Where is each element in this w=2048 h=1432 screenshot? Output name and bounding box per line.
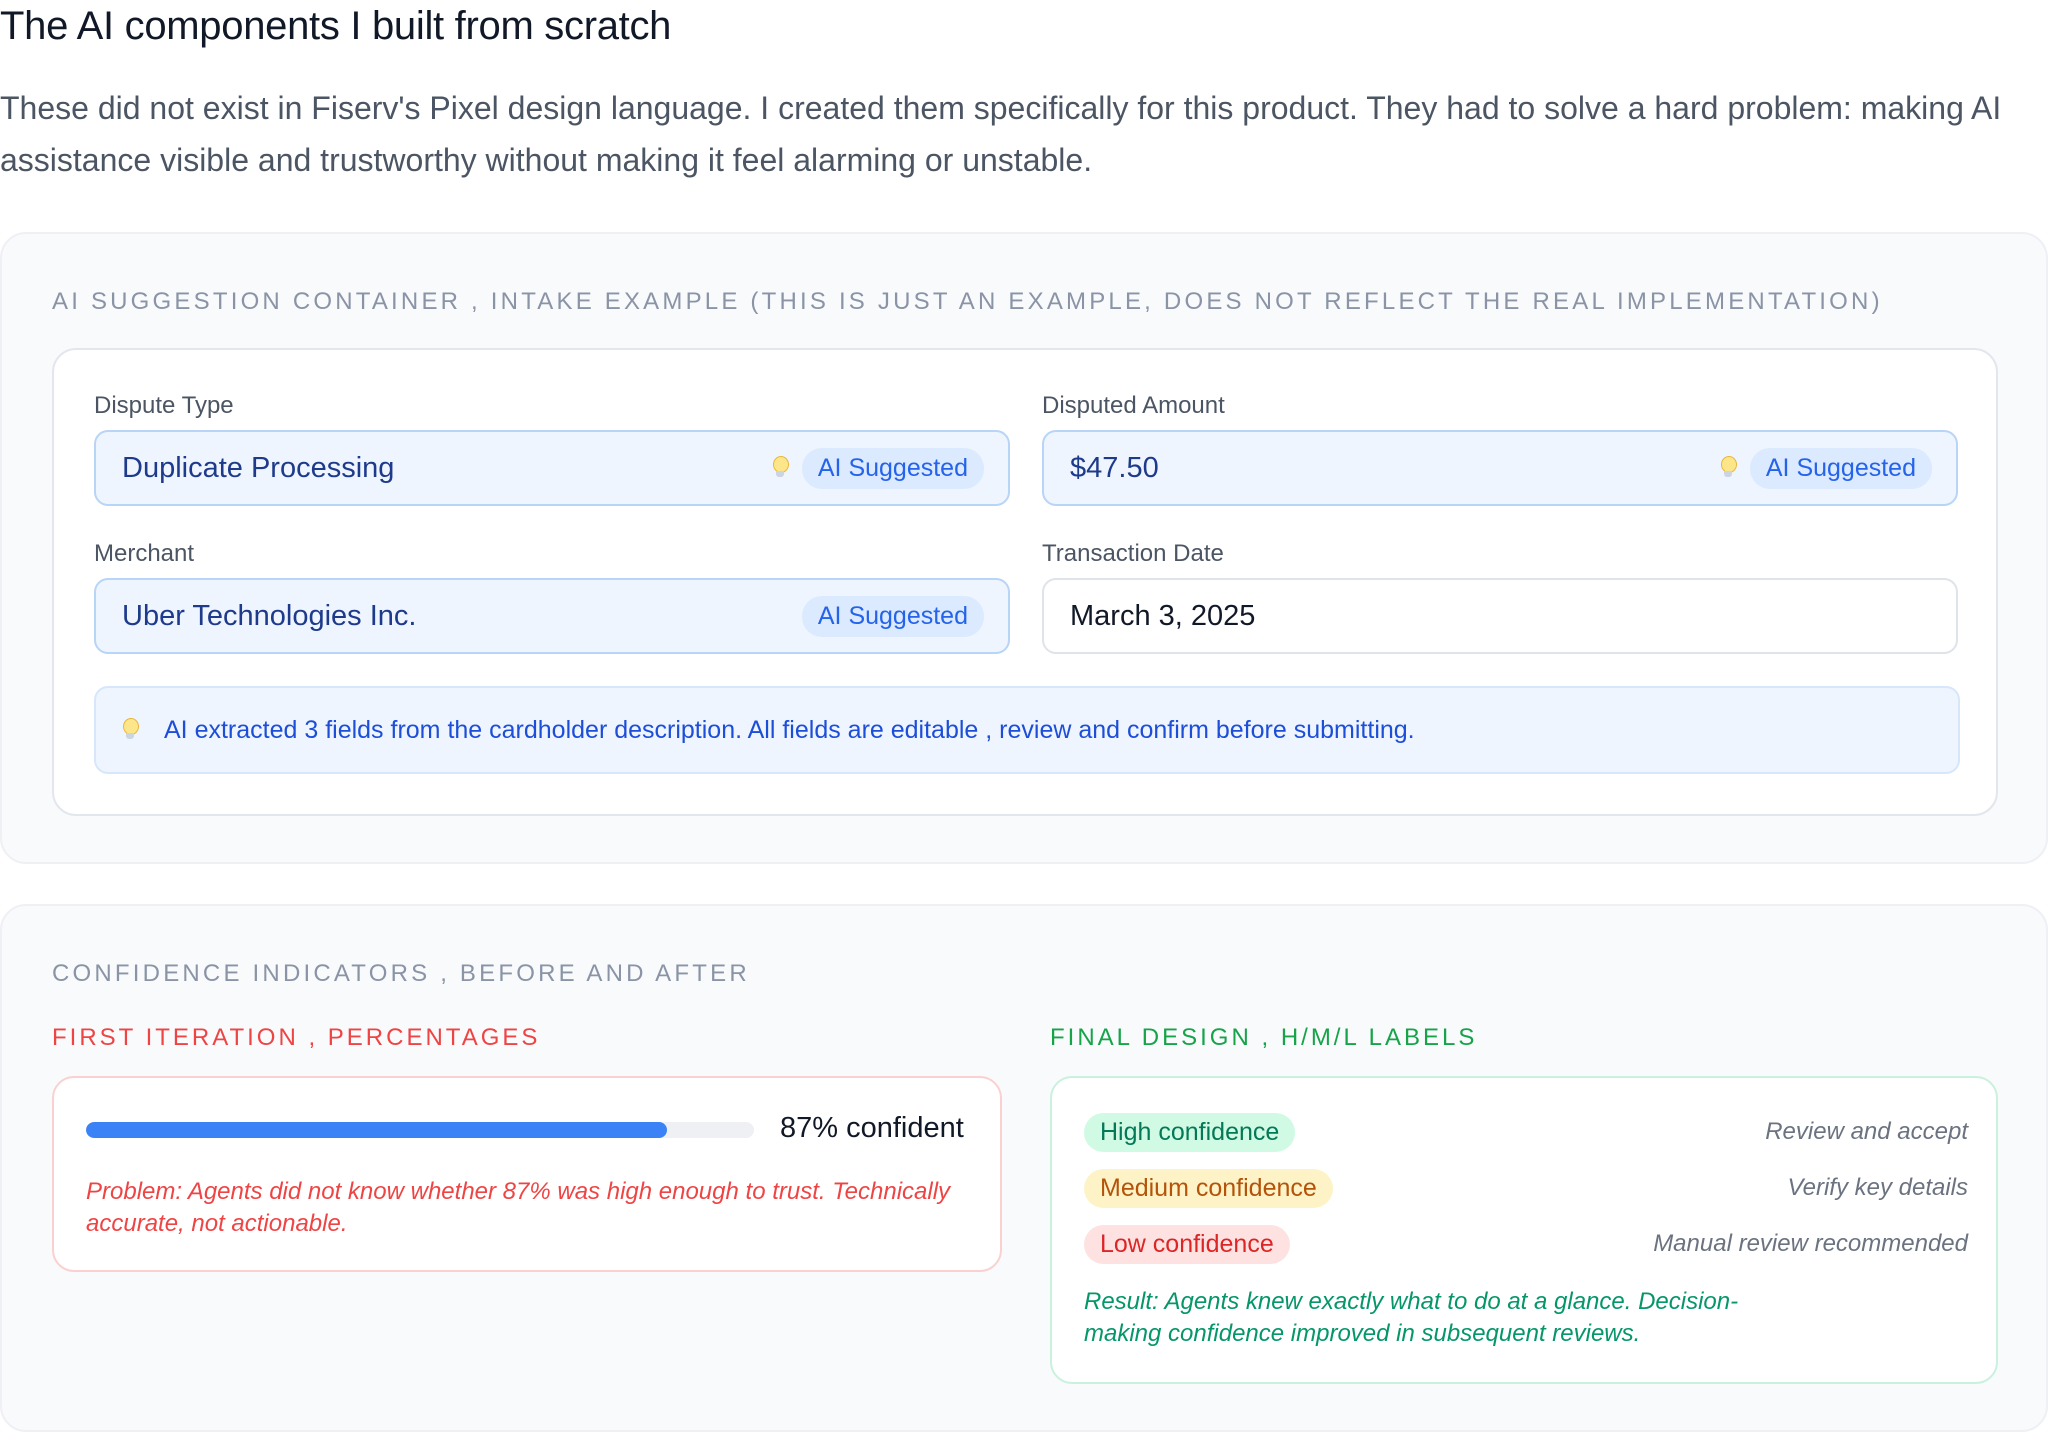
transaction-date-field[interactable]: March 3, 2025: [1042, 578, 1958, 654]
field-label-merchant: Merchant: [94, 540, 195, 567]
confidence-progress-bar: [86, 1122, 754, 1138]
transaction-date-value: March 3, 2025: [1070, 599, 1256, 632]
page-intro: These did not exist in Fiserv's Pixel de…: [0, 90, 2002, 178]
page-title: The AI components I built from scratch: [0, 4, 672, 48]
ai-suggestion-panel: AI SUGGESTION CONTAINER , INTAKE EXAMPLE…: [0, 232, 2048, 864]
intake-form-card: Dispute Type Duplicate Processing AI Sug…: [52, 348, 1998, 816]
field-label-disputed-amount: Disputed Amount: [1042, 392, 1225, 419]
confidence-row-high: High confidence Review and accept: [1084, 1112, 1968, 1152]
final-design-label: FINAL DESIGN , H/M/L LABELS: [1050, 1024, 1478, 1051]
field-label-dispute-type: Dispute Type: [94, 392, 234, 419]
page: The AI components I built from scratch T…: [0, 0, 2048, 1432]
dispute-type-field[interactable]: Duplicate Processing AI Suggested: [94, 430, 1010, 506]
percentage-card: 87% confident Problem: Agents did not kn…: [52, 1076, 1002, 1272]
first-iteration-label: FIRST ITERATION , PERCENTAGES: [52, 1024, 541, 1051]
hml-labels-card: High confidence Review and accept Medium…: [1050, 1076, 1998, 1384]
confidence-indicators-panel: CONFIDENCE INDICATORS , BEFORE AND AFTER…: [0, 904, 2048, 1432]
result-note: Result: Agents knew exactly what to do a…: [1084, 1288, 1739, 1347]
dispute-type-value: Duplicate Processing: [122, 451, 395, 484]
confidence-percent-text: 87% confident: [780, 1112, 964, 1144]
high-confidence-badge: High confidence: [1084, 1112, 1296, 1152]
lightbulb-icon: [1720, 456, 1737, 480]
ai-suggested-badge: AI Suggested: [1749, 447, 1932, 489]
lightbulb-icon: [122, 718, 139, 742]
merchant-field[interactable]: Uber Technologies Inc. AI Suggested: [94, 578, 1010, 654]
ai-suggested-badge: AI Suggested: [801, 447, 984, 489]
lightbulb-icon: [772, 456, 789, 480]
confidence-row-medium: Medium confidence Verify key details: [1084, 1168, 1968, 1208]
confidence-row-low: Low confidence Manual review recommended: [1084, 1224, 1968, 1264]
high-confidence-action: Review and accept: [1765, 1118, 1968, 1145]
disputed-amount-field[interactable]: $47.50 AI Suggested: [1042, 430, 1958, 506]
disputed-amount-value: $47.50: [1070, 451, 1159, 484]
problem-note: Problem: Agents did not know whether 87%…: [86, 1178, 951, 1237]
ai-suggested-badge: AI Suggested: [801, 595, 984, 637]
field-label-transaction-date: Transaction Date: [1042, 540, 1224, 567]
section-label-suggestion: AI SUGGESTION CONTAINER , INTAKE EXAMPLE…: [52, 288, 1883, 315]
low-confidence-action: Manual review recommended: [1653, 1230, 1968, 1257]
merchant-value: Uber Technologies Inc.: [122, 599, 417, 632]
medium-confidence-badge: Medium confidence: [1084, 1168, 1333, 1208]
confidence-progress-fill: [86, 1122, 668, 1138]
ai-info-text: AI extracted 3 fields from the cardholde…: [164, 715, 1415, 744]
section-label-confidence: CONFIDENCE INDICATORS , BEFORE AND AFTER: [52, 960, 750, 987]
ai-info-bar: AI extracted 3 fields from the cardholde…: [94, 686, 1960, 774]
medium-confidence-action: Verify key details: [1787, 1174, 1968, 1201]
low-confidence-badge: Low confidence: [1084, 1224, 1290, 1264]
